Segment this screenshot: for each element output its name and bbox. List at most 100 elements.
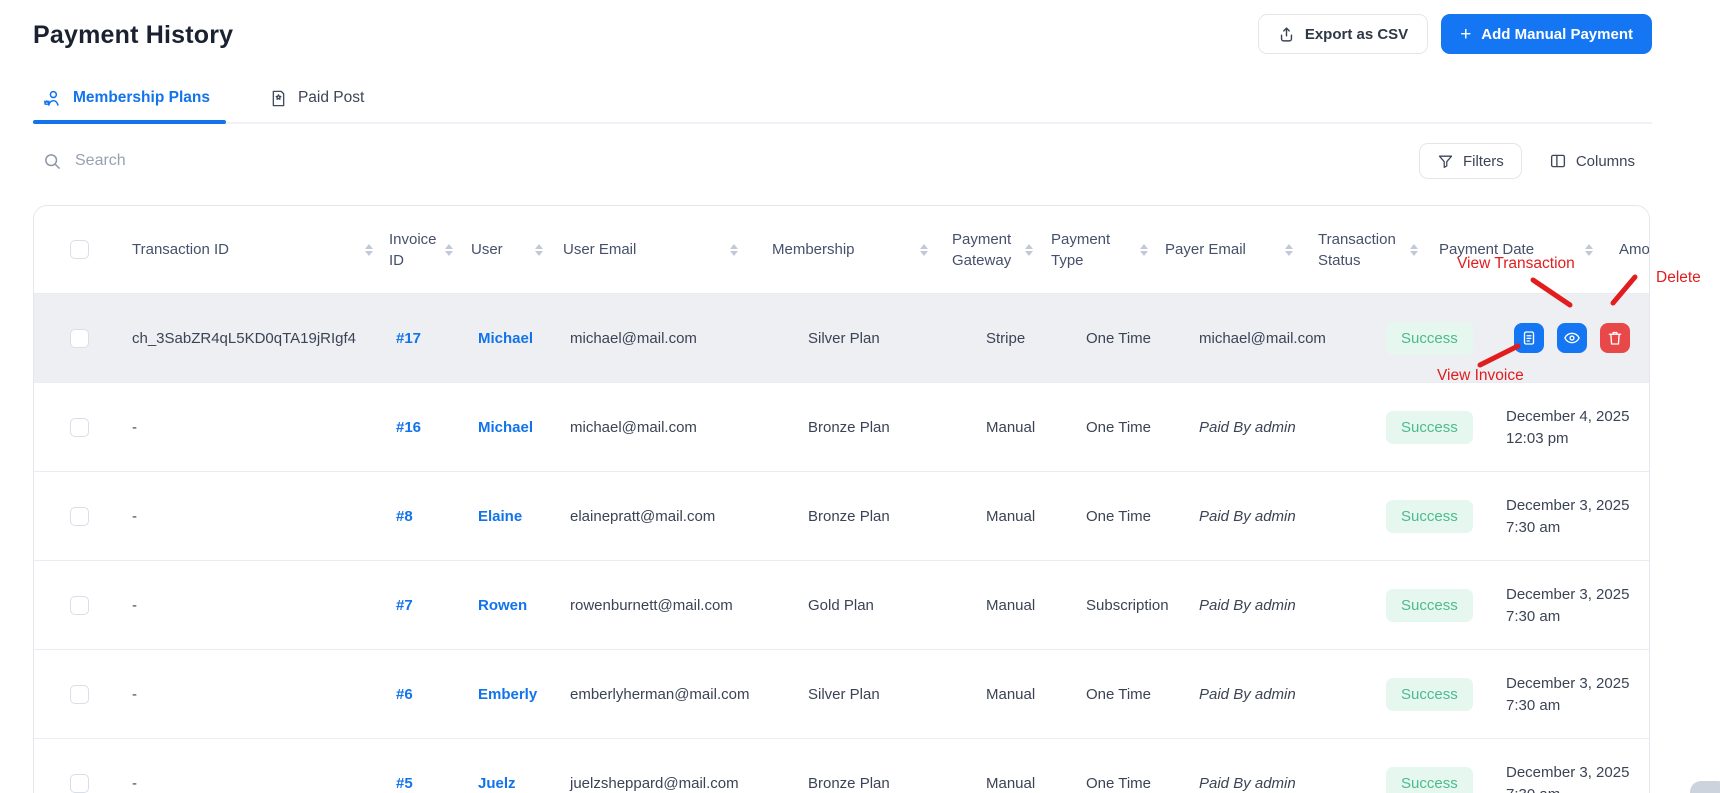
cell-membership: Bronze Plan	[808, 774, 890, 792]
sort-icon[interactable]	[1410, 243, 1418, 256]
top-bar: Payment History Export as CSV + Add Manu…	[33, 0, 1652, 54]
sort-icon[interactable]	[1285, 243, 1293, 256]
cell-transaction-id: -	[132, 418, 137, 436]
columns-button[interactable]: Columns	[1531, 143, 1652, 179]
cell-amount	[1601, 561, 1649, 649]
sort-icon[interactable]	[1585, 243, 1593, 256]
cell-payment-type: One Time	[1086, 685, 1152, 703]
column-header-payer-email[interactable]: Payer Email	[1156, 206, 1301, 293]
cell-user-email: juelzsheppard@mail.com	[570, 774, 739, 792]
sort-icon[interactable]	[920, 243, 928, 256]
invoice-link[interactable]: #8	[396, 508, 413, 525]
add-manual-payment-button[interactable]: + Add Manual Payment	[1441, 14, 1652, 54]
invoice-link[interactable]: #6	[396, 686, 413, 703]
row-checkbox[interactable]	[70, 506, 89, 526]
column-header-transaction-status[interactable]: Transaction Status	[1301, 206, 1426, 293]
row-select-cell	[34, 739, 104, 793]
cell-payer-email: Paid By admin	[1199, 418, 1296, 436]
user-link[interactable]: Juelz	[478, 775, 516, 792]
annotation-view-transaction: View Transaction	[1457, 255, 1575, 272]
column-header-payment-date[interactable]: Payment Date	[1426, 206, 1601, 293]
cell-payment-date: December 3, 20257:30 am	[1426, 650, 1629, 738]
user-link[interactable]: Emberly	[478, 686, 537, 703]
user-link[interactable]: Michael	[478, 330, 533, 347]
cell-payment-date: December 3, 20257:30 am	[1426, 739, 1629, 793]
payments-table: Transaction ID Invoice ID User User Email Me…	[33, 205, 1650, 793]
cell-transaction-id: -	[132, 774, 137, 792]
export-csv-button[interactable]: Export as CSV	[1257, 14, 1429, 54]
select-all-checkbox[interactable]	[70, 240, 89, 259]
cell-transaction-status: Success	[1301, 561, 1473, 649]
column-header-user-email[interactable]: User Email	[551, 206, 746, 293]
cell-payment-date: December 3, 20257:30 am	[1426, 472, 1629, 560]
top-actions: Export as CSV + Add Manual Payment	[1257, 14, 1652, 54]
cell-user-email: michael@mail.com	[570, 329, 697, 347]
column-header-membership[interactable]: Membership	[746, 206, 936, 293]
eye-icon	[1563, 329, 1581, 347]
filters-button[interactable]: Filters	[1418, 143, 1522, 179]
row-select-cell	[34, 650, 104, 738]
trash-icon	[1606, 329, 1624, 347]
table-row: - #8 Elaine elainepratt@mail.com Bronze Plan…	[34, 471, 1649, 560]
search-placeholder: Search	[75, 152, 126, 169]
filter-funnel-icon	[1437, 153, 1454, 170]
invoice-icon	[1520, 329, 1538, 347]
cell-payer-email: Paid By admin	[1199, 774, 1296, 792]
export-icon	[1278, 26, 1295, 43]
column-header-transaction-id[interactable]: Transaction ID	[104, 206, 381, 293]
table-row: - #16 Michael michael@mail.com Bronze Plan Ma…	[34, 382, 1649, 471]
cell-transaction-status: Success	[1301, 294, 1473, 382]
filters-label: Filters	[1462, 152, 1504, 170]
annotation-delete: Delete	[1656, 269, 1701, 286]
row-checkbox[interactable]	[70, 417, 89, 437]
cell-amount	[1601, 472, 1649, 560]
column-header-payment-type[interactable]: Payment Type	[1041, 206, 1156, 293]
cell-transaction-status: Success	[1301, 650, 1473, 738]
column-header-user[interactable]: User	[461, 206, 551, 293]
sort-icon[interactable]	[445, 243, 453, 256]
column-header-payment-gateway[interactable]: Payment Gateway	[936, 206, 1041, 293]
cell-amount	[1601, 739, 1649, 793]
view-invoice-button[interactable]	[1514, 323, 1544, 353]
sort-icon[interactable]	[730, 243, 738, 256]
view-transaction-button[interactable]	[1557, 323, 1587, 353]
tab-paid-post[interactable]: Paid Post	[260, 76, 380, 122]
row-checkbox[interactable]	[70, 328, 89, 348]
sort-icon[interactable]	[1025, 243, 1033, 256]
sort-icon[interactable]	[1140, 243, 1148, 256]
user-link[interactable]: Elaine	[478, 508, 522, 525]
search-input[interactable]: Search	[33, 152, 1419, 171]
row-checkbox[interactable]	[70, 773, 89, 793]
column-header-invoice-id[interactable]: Invoice ID	[381, 206, 461, 293]
cell-transaction-status: Success	[1301, 739, 1473, 793]
invoice-link[interactable]: #7	[396, 597, 413, 614]
user-link[interactable]: Michael	[478, 419, 533, 436]
table-body: ch_3SabZR4qL5KD0qTA19jRIgf4 #17 Michael mic…	[34, 293, 1649, 793]
sort-icon[interactable]	[365, 243, 373, 256]
user-link[interactable]: Rowen	[478, 597, 527, 614]
plus-icon: +	[1460, 23, 1472, 45]
invoice-link[interactable]: #16	[396, 419, 421, 436]
cell-payer-email: Paid By admin	[1199, 507, 1296, 525]
scroll-indicator[interactable]	[1690, 781, 1720, 793]
invoice-link[interactable]: #17	[396, 330, 421, 347]
delete-button[interactable]	[1600, 323, 1630, 353]
cell-invoice-id: #16	[381, 383, 461, 471]
invoice-link[interactable]: #5	[396, 775, 413, 792]
cell-invoice-id: #5	[381, 739, 461, 793]
annotation-view-invoice: View Invoice	[1437, 367, 1524, 384]
row-checkbox[interactable]	[70, 595, 89, 615]
column-header-amo[interactable]: Amo	[1601, 206, 1649, 293]
sort-icon[interactable]	[535, 243, 543, 256]
cell-invoice-id: #6	[381, 650, 461, 738]
columns-label: Columns	[1575, 152, 1635, 170]
row-checkbox[interactable]	[70, 684, 89, 704]
tabs-bar: Membership Plans Paid Post	[33, 76, 1652, 124]
cell-user: Elaine	[461, 472, 551, 560]
cell-user: Rowen	[461, 561, 551, 649]
tab-paid-post-label: Paid Post	[297, 89, 365, 106]
cell-payment-type: One Time	[1086, 507, 1152, 525]
table-toolbar: Search Filters Columns	[33, 142, 1652, 180]
tab-membership-plans[interactable]: Membership Plans	[33, 76, 226, 124]
page-title: Payment History	[33, 21, 234, 49]
